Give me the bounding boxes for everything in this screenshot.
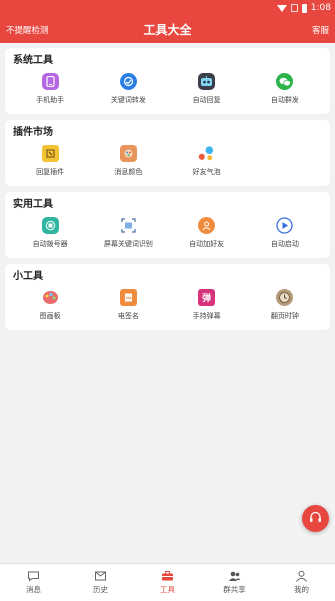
- section-title: 实用工具: [13, 199, 53, 210]
- play-icon: [276, 217, 294, 234]
- wechat-icon: [276, 73, 294, 90]
- customer-service-button[interactable]: 客服: [312, 24, 329, 36]
- section-title: 小工具: [13, 271, 43, 282]
- tool-auto-broadcast[interactable]: 自动群发: [246, 70, 324, 110]
- bubbles-icon: [198, 145, 215, 162]
- nav-profile[interactable]: 我的: [268, 564, 335, 601]
- keyword-forward-icon: [119, 73, 137, 90]
- group-share-icon: [228, 570, 241, 582]
- message-icon: [27, 570, 40, 582]
- danmaku-icon: 弹: [198, 289, 216, 306]
- phone-assistant-icon: [41, 73, 59, 90]
- nav-group-share[interactable]: 群共享: [201, 564, 268, 601]
- section-title: 系统工具: [13, 55, 53, 66]
- dialer-icon: [41, 217, 59, 234]
- profile-icon: [295, 570, 308, 582]
- tool-keyword-forward[interactable]: 关键词转发: [89, 70, 167, 110]
- tool-auto-add-friend[interactable]: 自动加好友: [168, 214, 246, 254]
- grid-empty-slot: [246, 142, 324, 182]
- tool-phone-assistant[interactable]: 手机助手: [11, 70, 89, 110]
- customer-service-fab[interactable]: [302, 505, 329, 532]
- clock-icon: [276, 289, 294, 306]
- tool-reply-plugin[interactable]: 回复插件: [11, 142, 89, 182]
- tool-auto-start[interactable]: 自动启动: [246, 214, 324, 254]
- tool-drawing-board[interactable]: 图画板: [11, 286, 89, 326]
- nav-tools[interactable]: 工具: [134, 564, 201, 601]
- section-title: 插件市场: [13, 127, 53, 138]
- nav-messages[interactable]: 消息: [0, 564, 67, 601]
- tool-auto-dialer[interactable]: 自动拨号器: [11, 214, 89, 254]
- tool-e-signature[interactable]: 电签名: [89, 286, 167, 326]
- robot-icon: [198, 73, 216, 90]
- status-time: 1:08: [310, 3, 331, 13]
- page-title: 工具大全: [143, 23, 192, 37]
- scan-icon: [120, 217, 137, 234]
- section-system-tools: 系统工具 手机助手 关键词转发 自动回复 自动群发: [5, 48, 330, 114]
- tool-flip-clock[interactable]: 翻页时钟: [246, 286, 324, 326]
- app-header: 不提醒检测 工具大全 客服: [0, 16, 335, 43]
- tool-auto-reply[interactable]: 自动回复: [168, 70, 246, 110]
- sim-icon: [290, 4, 298, 12]
- section-plugin-market: 插件市场 回复插件 消息颜色 好友气泡: [5, 120, 330, 186]
- battery-icon: [301, 3, 307, 13]
- nav-history[interactable]: 历史: [67, 564, 134, 601]
- tool-screen-keyword-recognition[interactable]: 屏幕关键词识别: [89, 214, 167, 254]
- no-remind-check-button[interactable]: 不提醒检测: [6, 24, 49, 36]
- history-icon: [94, 570, 107, 582]
- section-small-tools: 小工具 图画板 电签名 弹 手持弹幕 翻页时钟: [5, 264, 330, 330]
- reply-plugin-icon: [41, 145, 59, 162]
- paint-board-icon: [42, 289, 59, 306]
- status-bar: 1:08: [0, 0, 335, 16]
- add-friend-icon: [198, 217, 216, 234]
- headset-icon: [309, 511, 322, 527]
- bottom-navigation: 消息 历史 工具 群共享 我的: [0, 563, 335, 601]
- signature-icon: [119, 289, 137, 306]
- tool-sections: 系统工具 手机助手 关键词转发 自动回复 自动群发 插件市场 回复插件 消息颜色…: [0, 43, 335, 330]
- tool-message-color[interactable]: 消息颜色: [89, 142, 167, 182]
- tool-handheld-danmaku[interactable]: 弹 手持弹幕: [168, 286, 246, 326]
- wifi-icon: [276, 4, 287, 12]
- tool-friend-bubble[interactable]: 好友气泡: [168, 142, 246, 182]
- section-practical-tools: 实用工具 自动拨号器 屏幕关键词识别 自动加好友 自动启动: [5, 192, 330, 258]
- toolbox-icon: [161, 570, 174, 582]
- palette-icon: [119, 145, 137, 162]
